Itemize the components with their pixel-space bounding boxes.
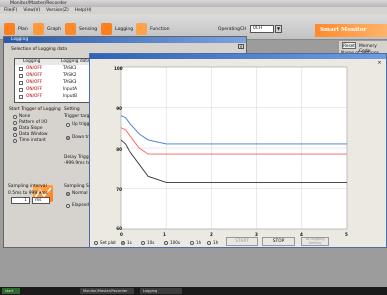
range-100s-radio[interactable]: 100s xyxy=(164,240,180,245)
trigger-none-radio[interactable]: None xyxy=(13,114,30,119)
graph-icon xyxy=(33,23,44,35)
row-data: TASK3 xyxy=(63,80,77,85)
row-state: ON/OFF xyxy=(26,87,43,92)
menu-view[interactable]: View(V) xyxy=(23,8,40,13)
row-state: ON/OFF xyxy=(26,80,43,85)
close-icon[interactable]: × xyxy=(238,44,244,49)
y-tick-label: 70 xyxy=(116,187,122,192)
set-plot-radio[interactable]: Set plot xyxy=(94,240,116,245)
sampling-range-label: 0.5ms to 999.9ms xyxy=(8,191,48,196)
line-chart xyxy=(120,66,348,230)
function-label: Function xyxy=(150,26,170,32)
menu-bar: File(F) View(V) Version(Z) Help(H) xyxy=(0,7,387,14)
menu-version[interactable]: Version(Z) xyxy=(46,8,69,13)
chevron-down-icon[interactable]: ▼ xyxy=(275,25,282,33)
taskbar: start Monitor/Master/Recorder Logging xyxy=(0,287,387,295)
row-data: InputB xyxy=(63,94,78,99)
toolbar-sensing-button[interactable]: Sensing xyxy=(65,23,97,35)
row-checkbox[interactable] xyxy=(19,81,23,85)
range-1h-radio[interactable]: 1h xyxy=(190,240,201,245)
function-icon xyxy=(136,23,147,35)
logging-label: Logging xyxy=(115,26,134,32)
selection-group-label: Selection of Logging data xyxy=(11,47,67,52)
toolbar-logging-button[interactable]: Logging xyxy=(101,23,133,35)
plan-label: Plan xyxy=(18,26,28,32)
logging-setting-button[interactable]: To Logging Setting xyxy=(301,237,329,246)
reset-button[interactable]: Reset xyxy=(342,42,356,49)
row-checkbox[interactable] xyxy=(19,67,23,71)
logging-icon xyxy=(101,23,112,35)
trigger-window-radio[interactable]: Data Window xyxy=(13,132,48,137)
y-tick-label: 80 xyxy=(116,147,122,152)
trigger-pattern-radio[interactable]: Pattern of I/O xyxy=(13,120,47,125)
range-10s-radio[interactable]: 10s xyxy=(141,240,154,245)
operating-ch-select[interactable]: 0CH xyxy=(250,25,274,33)
start-button[interactable]: START xyxy=(226,237,258,246)
sensing-icon xyxy=(65,23,76,35)
row-state: ON/OFF xyxy=(26,66,43,71)
toolbar-graph-button[interactable]: Graph xyxy=(33,23,61,35)
y-tick-label: 100 xyxy=(114,66,123,71)
app-title: Monitor/Master/Recorder xyxy=(10,1,67,6)
graph-label: Graph xyxy=(47,26,62,32)
range-1s-radio[interactable]: 1s xyxy=(121,240,132,245)
trigger-time-radio[interactable]: Time instant xyxy=(13,138,46,143)
row-checkbox[interactable] xyxy=(19,88,23,92)
row-data: TASK1 xyxy=(63,66,77,71)
row-checkbox[interactable] xyxy=(19,95,23,99)
y-tick-label: 90 xyxy=(116,106,122,111)
stop-button[interactable]: STOP xyxy=(262,237,295,246)
sampling-unit-select[interactable]: ms xyxy=(32,197,50,204)
taskbar-app[interactable]: Monitor/Master/Recorder xyxy=(80,288,134,294)
range-1h-b-radio[interactable]: 1h xyxy=(207,240,218,245)
toolbar-plan-button[interactable]: Plan xyxy=(4,23,28,35)
trigger-slope-radio[interactable]: Data Slope xyxy=(13,126,43,131)
logging-window-title: Logging xyxy=(4,37,246,43)
row-checkbox[interactable] xyxy=(19,74,23,78)
row-state: ON/OFF xyxy=(26,73,43,78)
row-data: InputA xyxy=(63,87,78,92)
setting-label: Setting xyxy=(64,107,80,112)
sampling-interval-label: Sampling interval xyxy=(8,184,47,189)
y-tick-label: 60 xyxy=(116,226,122,231)
plan-icon xyxy=(4,23,15,35)
row-data: TASK2 xyxy=(63,73,77,78)
app-titlebar: Monitor/Master/Recorder xyxy=(0,0,387,7)
menu-help[interactable]: Help(H) xyxy=(75,8,92,13)
sensing-label: Sensing xyxy=(79,26,98,32)
operating-ch-label: OperatingCH xyxy=(218,27,247,32)
graph-controls: Set plot 1s 10s 100s 1h 1h START STOP To… xyxy=(90,236,387,249)
table-header: Logging xyxy=(15,59,49,65)
menu-file[interactable]: File(F) xyxy=(4,8,17,13)
sampling-interval-input[interactable]: 1 xyxy=(11,197,30,204)
start-button[interactable]: start xyxy=(2,288,20,294)
graph-window: × mm 100 90 80 70 60 0 1 2 3 4 5 Set plo… xyxy=(89,53,387,248)
trigger-group-label: Start Trigger of Logging xyxy=(9,107,61,112)
row-state: ON/OFF xyxy=(26,94,43,99)
taskbar-logging[interactable]: Logging xyxy=(140,288,182,294)
toolbar-function-button[interactable]: Function xyxy=(136,23,170,35)
brand-logo: Smart Monitor xyxy=(315,24,387,37)
